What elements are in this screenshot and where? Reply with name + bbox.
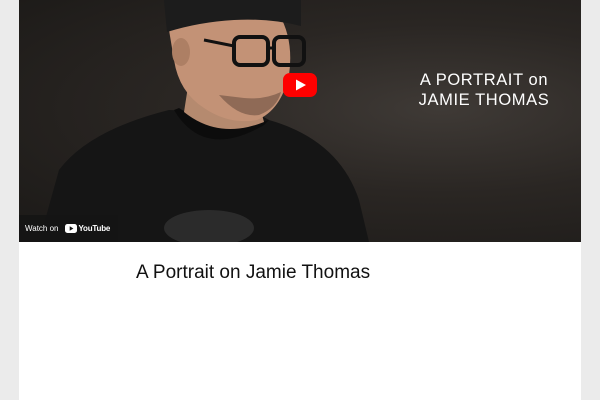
video-embed[interactable]: A PORTRAIT on JAMIE THOMAS Watch on YouT… [19, 0, 581, 242]
youtube-logo: YouTube [64, 224, 111, 233]
youtube-play-icon [283, 73, 317, 97]
youtube-wordmark: YouTube [78, 224, 111, 233]
page-content: A PORTRAIT on JAMIE THOMAS Watch on YouT… [19, 0, 581, 400]
watch-on-youtube-button[interactable]: Watch on YouTube [19, 215, 119, 242]
watch-on-label: Watch on [25, 224, 59, 233]
overlay-title-line-1: A PORTRAIT on [419, 71, 549, 89]
play-button[interactable] [283, 73, 317, 97]
video-caption-title: A Portrait on Jamie Thomas [136, 262, 371, 283]
youtube-logo-icon [64, 224, 77, 233]
video-overlay-title: A PORTRAIT on JAMIE THOMAS [409, 70, 559, 110]
overlay-title-line-2: JAMIE THOMAS [418, 91, 550, 109]
video-thumbnail [39, 0, 369, 242]
